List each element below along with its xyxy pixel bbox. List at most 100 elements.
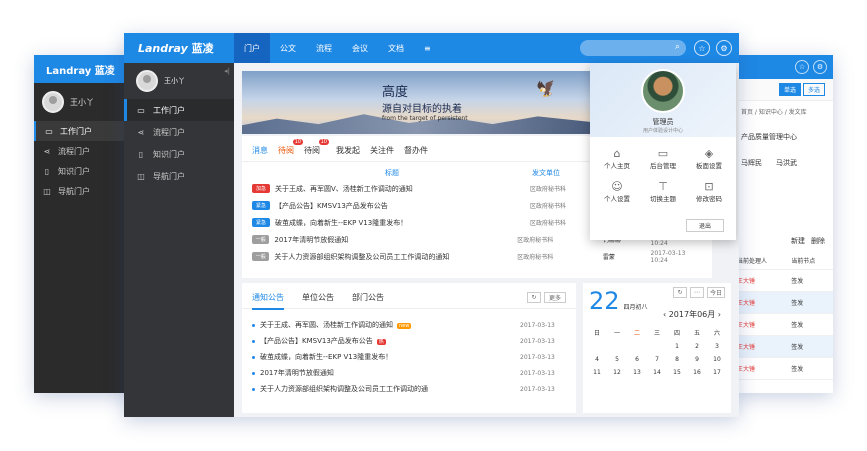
message-title[interactable]: 关于人力资源部组织架构调整及公司员工工作调动的通知 [274,252,517,262]
name-item[interactable]: 马洪武 [776,158,797,168]
nav-meeting[interactable]: 会议 [342,33,378,63]
list-item[interactable]: 破茧成蝶，向着新生--EKP V13隆重发布！ 2017-03-13 [242,349,576,365]
sidebar: 王小丫 ◂| ▭ 工作门户 ⋖ 流程门户 ▯ 知识门户 ◫ 导航门户 [124,63,234,417]
sidebar-item-flow[interactable]: ⋖ 流程门户 [34,141,134,161]
calendar-day-cell[interactable]: 8 [667,356,687,363]
calendar-day-cell[interactable]: 15 [667,369,687,376]
refresh-icon[interactable]: ↻ [673,287,687,298]
message-title[interactable]: 【产品公告】KMSV13产品发布公告 [275,201,530,211]
tab-supervise[interactable]: 督办件 [404,145,428,156]
calendar-day-cell[interactable]: 4 [587,356,607,363]
list-item[interactable]: 关于王成、再军圆、汤桂新工作调动的通知 new 2017-03-13 [242,317,576,333]
notice-title[interactable]: 【产品公告】KMSV13产品发布公告热 [260,336,520,346]
sidebar-item-nav[interactable]: ◫ 导航门户 [34,181,134,201]
calendar-day-cell[interactable]: 9 [687,356,707,363]
sidebar-item-label: 流程门户 [153,127,185,137]
tab-initiated[interactable]: 我发起 [336,145,360,156]
lunar-date: 四月初八 [623,303,648,311]
star-icon[interactable]: ☆ [795,60,809,74]
notice-title[interactable]: 关于人力资源部组织架构调整及公司员工工作调动的通 [260,384,520,394]
menu-item-theme[interactable]: ⊤ 切换主题 [640,180,686,203]
message-title[interactable]: 破茧成蝶，向着新生--EKP V13隆重发布！ [275,218,530,228]
single-select-tab[interactable]: 单选 [778,83,801,96]
message-title[interactable]: 关于王成、再军圆V、汤桂新工作调动的通知 [275,184,530,194]
table-row[interactable]: 王大锤 签发 [733,313,833,336]
share-icon: ⋖ [137,127,145,137]
weekday-label: 四 [673,330,680,337]
menu-item-layout[interactable]: ◈ 板面设置 [686,147,732,170]
today-button[interactable]: 今日 [707,287,725,298]
notice-title[interactable]: 破茧成蝶，向着新生--EKP V13隆重发布！ [260,352,520,362]
tab-to-read[interactable]: 待阅 10 [278,139,303,156]
menu-item-admin[interactable]: ▭ 后台管理 [640,147,686,170]
menu-item-home[interactable]: ⌂ 个人主页 [594,147,640,170]
calendar-day-cell[interactable]: 7 [647,356,667,363]
calendar-day-cell[interactable]: 13 [627,369,647,376]
table-row[interactable]: 王大锤 签发 [733,269,833,292]
calendar-day-cell[interactable]: 12 [607,369,627,376]
user-icon: ☺ [611,180,623,193]
calendar-day-cell[interactable]: 17 [707,369,727,376]
name-item[interactable]: 马辉民 [741,158,762,168]
notice-title[interactable]: 2017年清明节放假通知 [260,368,520,378]
list-item[interactable]: 一般 关于人力资源部组织架构调整及公司员工工作调动的通知 区政府秘书科 雷蒙 2017-… [242,248,712,265]
notice-date: 2017-03-13 [520,321,555,329]
menu-icon[interactable]: ≡ [414,33,441,63]
calendar-day-cell[interactable]: 14 [647,369,667,376]
sidebar-item-nav[interactable]: ◫ 导航门户 [124,165,234,187]
delete-button[interactable]: 删除 [811,236,825,246]
list-item[interactable]: 【产品公告】KMSV13产品发布公告热 2017-03-13 [242,333,576,349]
user-info[interactable]: 王小丫 ◂| [124,63,234,99]
refresh-icon[interactable]: ↻ [527,292,541,303]
calendar-day-cell[interactable]: 5 [607,356,627,363]
user-info[interactable]: 王小丫 [34,83,134,121]
list-item[interactable]: 关于人力资源部组织架构调整及公司员工工作调动的通 2017-03-13 [242,381,576,397]
new-button[interactable]: 新建 [791,236,805,246]
search-input[interactable]: ⌕ [580,40,686,56]
list-item[interactable]: 2017年清明节放假通知 2017-03-13 [242,365,576,381]
sidebar-item-knowledge[interactable]: ▯ 知识门户 [124,143,234,165]
tab-dept-notice[interactable]: 部门公告 [352,292,384,303]
share-icon: ⋖ [43,146,51,156]
calendar-day-cell[interactable]: 16 [687,369,707,376]
calendar-day-cell[interactable]: 10 [707,356,727,363]
message-title[interactable]: 2017年清明节放假通知 [274,235,517,245]
menu-item-password[interactable]: ⊡ 修改密码 [686,180,732,203]
menu-item-settings[interactable]: ☺ 个人设置 [594,180,640,203]
logout-button[interactable]: 退出 [686,219,724,232]
sidebar-item-flow[interactable]: ⋖ 流程门户 [124,121,234,143]
sidebar-item-label: 工作门户 [60,126,92,136]
calendar-day-cell[interactable]: 2 [687,343,707,350]
tab-following[interactable]: 关注件 [370,145,394,156]
star-icon[interactable]: ☆ [694,40,710,56]
calendar-day-cell[interactable]: 11 [587,369,607,376]
sidebar-item-work[interactable]: ▭ 工作门户 [124,99,234,121]
collapse-icon[interactable]: ◂| [224,67,230,75]
banner-english: from the target of persistent [382,115,468,122]
tab-message[interactable]: 消息 [252,145,268,156]
calendar-day-cell[interactable]: 6 [627,356,647,363]
sidebar-item-work[interactable]: ▭ 工作门户 [34,121,134,141]
nav-flow[interactable]: 流程 [306,33,342,63]
table-row[interactable]: 王大锤 签发 [733,357,833,380]
nav-files[interactable]: 文档 [378,33,414,63]
gear-icon[interactable]: ⚙ [716,40,732,56]
search-icon[interactable]: ⌕ [675,42,680,52]
notice-title[interactable]: 关于王成、再军圆、汤桂新工作调动的通知 new [260,320,520,330]
nav-portal[interactable]: 门户 [234,33,270,63]
more-button[interactable]: 更多 [544,292,566,303]
tab-to-read-2[interactable]: 待阅 10 [304,139,329,156]
multi-select-tab[interactable]: 多选 [802,83,825,96]
sidebar-item-knowledge[interactable]: ▯ 知识门户 [34,161,134,181]
more-icon[interactable]: ⋯ [690,287,704,298]
table-row[interactable]: 王大锤 签发 [733,291,833,314]
tab-notice[interactable]: 通知公告 [252,292,284,310]
calendar-day-cell[interactable]: 1 [667,343,687,350]
tab-unit-notice[interactable]: 单位公告 [302,292,334,303]
notice-tag: new [397,323,412,329]
gear-icon[interactable]: ⚙ [813,60,827,74]
calendar-day-cell[interactable]: 3 [707,343,727,350]
nav-document[interactable]: 公文 [270,33,306,63]
table-row[interactable]: 王大锤 签发 [733,335,833,358]
layers-icon: ◈ [704,147,714,160]
